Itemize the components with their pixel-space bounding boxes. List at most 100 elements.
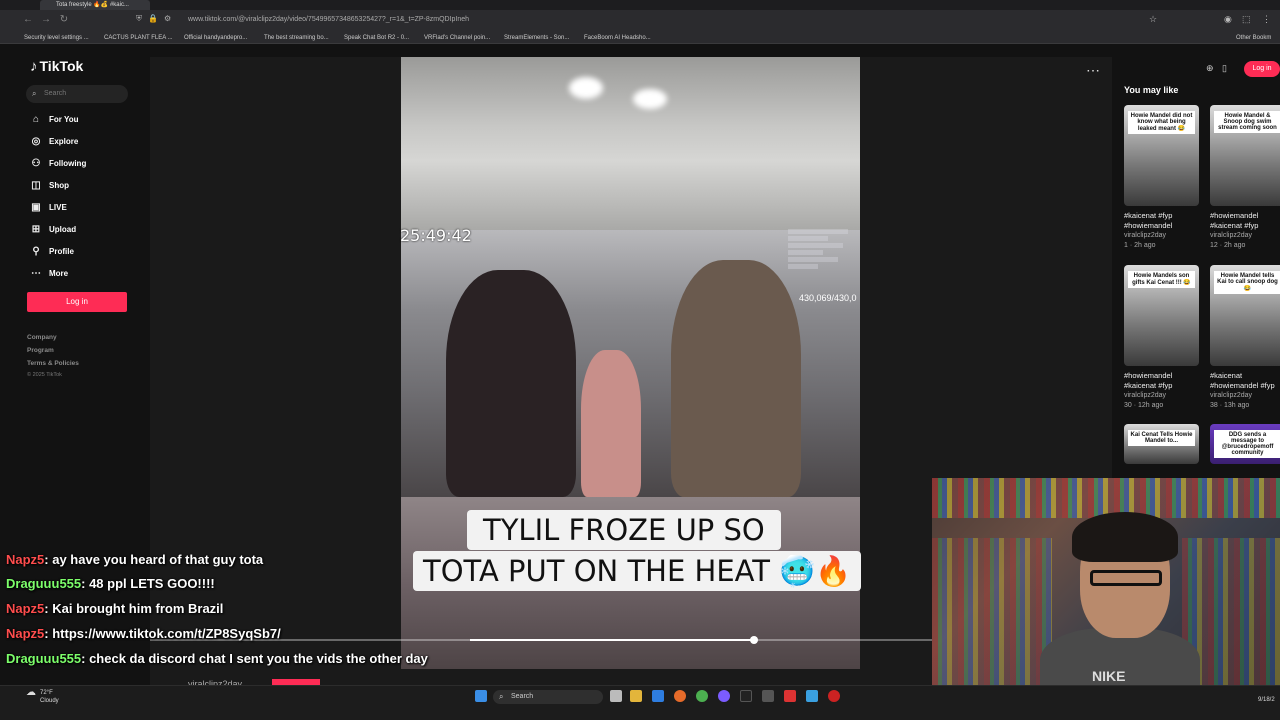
phone-icon[interactable]: ▯ bbox=[1222, 63, 1227, 74]
chat-message: Draguuu555: check da discord chat I sent… bbox=[6, 651, 428, 666]
recommendation-thumb[interactable]: Kai Cenat Tells Howie Mandel to... bbox=[1124, 424, 1199, 464]
nav-label: Shop bbox=[49, 181, 69, 190]
nav-shop[interactable]: ◫ Shop bbox=[30, 179, 69, 193]
rec-meta: 1 · 2h ago bbox=[1124, 242, 1156, 249]
weather-desc: Cloudy bbox=[40, 698, 59, 704]
search-icon: ⌕ bbox=[32, 89, 37, 98]
tiktok-logo[interactable]: ♪ TikTok bbox=[30, 58, 83, 75]
chat-message: Napz5: https://www.tiktok.com/t/ZP8SyqSb… bbox=[6, 626, 281, 641]
cloud-icon: ☁ bbox=[26, 687, 36, 698]
discord-icon[interactable] bbox=[718, 690, 730, 702]
person-back bbox=[581, 350, 641, 497]
task-view-icon[interactable] bbox=[610, 690, 622, 702]
weather-widget[interactable]: ☁ 72°F Cloudy bbox=[26, 687, 59, 705]
thumb-overlay-text: Howie Mandel did not know what being lea… bbox=[1128, 111, 1195, 134]
reload-icon[interactable]: ↻ bbox=[58, 14, 70, 26]
firefox-icon[interactable] bbox=[674, 690, 686, 702]
search-icon: ⌕ bbox=[499, 692, 504, 701]
profile-icon[interactable]: ◉ bbox=[1224, 14, 1232, 25]
bookmark-item[interactable]: CACTUS PLANT FLEA ... bbox=[104, 33, 173, 43]
footer-link-program[interactable]: Program bbox=[27, 347, 54, 354]
plus-square-icon: ⊞ bbox=[31, 224, 41, 235]
nav-label: Profile bbox=[49, 247, 74, 256]
extensions-icon[interactable]: ⬚ bbox=[1242, 14, 1251, 25]
nav-live[interactable]: ▣ LIVE bbox=[30, 201, 67, 215]
thumb-overlay-text: DDG sends a message to @brucedropemoff c… bbox=[1214, 430, 1280, 458]
bookmark-item[interactable]: VRFlad's Channel poin... bbox=[424, 33, 490, 43]
bookmark-item[interactable]: FaceBoom AI Headsho... bbox=[584, 33, 651, 43]
coin-icon[interactable]: ⊕ bbox=[1206, 63, 1214, 74]
forward-icon[interactable]: → bbox=[40, 14, 52, 26]
bookmark-item[interactable]: StreamElements - Son... bbox=[504, 33, 569, 43]
nav-for-you[interactable]: ⌂ For You bbox=[30, 113, 79, 127]
sub-counter: 430,069/430,0 bbox=[799, 293, 857, 303]
footer-link-terms[interactable]: Terms & Policies bbox=[27, 360, 79, 367]
search-input[interactable]: ⌕ Search bbox=[26, 85, 128, 103]
footer-link-company[interactable]: Company bbox=[27, 334, 57, 341]
rec-tags: #howiemandel #kaicenat #fyp bbox=[1210, 211, 1259, 230]
recommendation-info[interactable]: #howiemandel #kaicenat #fyp viralclipz2d… bbox=[1124, 371, 1204, 411]
nike-logo: NIKE bbox=[1092, 668, 1126, 684]
recommendation-thumb[interactable]: Howie Mandels son gifts Kai Cenat !!! 😂 bbox=[1124, 265, 1199, 366]
nav-more[interactable]: ⋯ More bbox=[30, 267, 68, 281]
taskbar-date[interactable]: 9/18/2 bbox=[1258, 697, 1275, 703]
recommendation-thumb[interactable]: Howie Mandel & Snoop dog swim stream com… bbox=[1210, 105, 1280, 206]
nav-profile[interactable]: ⚲ Profile bbox=[30, 245, 74, 259]
app-icon[interactable] bbox=[806, 690, 818, 702]
nav-explore[interactable]: ◎ Explore bbox=[30, 135, 79, 149]
bookmark-item[interactable]: Security level settings ... bbox=[24, 33, 89, 43]
chat-username: Napz5 bbox=[6, 552, 45, 567]
other-bookmarks[interactable]: Other Bookm bbox=[1236, 33, 1271, 43]
obs-icon[interactable] bbox=[740, 690, 752, 702]
home-icon: ⌂ bbox=[32, 114, 40, 125]
recommendation-thumb[interactable]: DDG sends a message to @brucedropemoff c… bbox=[1210, 424, 1280, 464]
url-input[interactable]: www.tiktok.com/@viralclipz2day/video/754… bbox=[188, 16, 469, 23]
logo-text: TikTok bbox=[39, 58, 84, 74]
store-icon[interactable] bbox=[652, 690, 664, 702]
nav-label: For You bbox=[49, 115, 79, 124]
bookmark-item[interactable]: The best streaming bo... bbox=[264, 33, 329, 43]
rec-meta: 30 · 12h ago bbox=[1124, 402, 1164, 409]
browser-tab[interactable]: Tota freestyle 🔥💰 #kaic... bbox=[40, 0, 150, 10]
site-info-icon[interactable]: ⛨🔒⚙ bbox=[136, 14, 177, 24]
chat-message: Napz5: ay have you heard of that guy tot… bbox=[6, 552, 263, 567]
copyright: © 2025 TikTok bbox=[27, 372, 62, 378]
thumb-overlay-text: Howie Mandel tells Kai to call snoop dog… bbox=[1214, 271, 1280, 294]
bookmark-item[interactable]: Speak Chat Bot R2 - 0... bbox=[344, 33, 409, 43]
nav-label: Following bbox=[49, 159, 87, 168]
chat-text: : 48 ppl LETS GOO!!!! bbox=[81, 576, 215, 591]
app-icon[interactable] bbox=[762, 690, 774, 702]
app-icon[interactable] bbox=[828, 690, 840, 702]
person-plus-icon: ⚇ bbox=[31, 158, 41, 169]
recommendation-thumb[interactable]: Howie Mandel tells Kai to call snoop dog… bbox=[1210, 265, 1280, 366]
more-options-icon[interactable]: ⋯ bbox=[1086, 62, 1100, 79]
login-button-top[interactable]: Log in bbox=[1244, 61, 1280, 77]
ceiling-light bbox=[633, 89, 667, 109]
caption-line-1: TYLIL FROZE UP SO bbox=[467, 510, 781, 550]
rec-tags: #kaicenat #howiemandel #fyp bbox=[1210, 371, 1275, 390]
nav-following[interactable]: ⚇ Following bbox=[30, 157, 87, 171]
back-icon[interactable]: ← bbox=[22, 14, 34, 26]
video-progress-handle[interactable] bbox=[750, 636, 758, 644]
streamer-hair bbox=[1072, 512, 1178, 562]
chrome-icon[interactable] bbox=[696, 690, 708, 702]
bookmark-star-icon[interactable]: ☆ bbox=[1149, 14, 1157, 25]
chat-text: : Kai brought him from Brazil bbox=[44, 601, 224, 616]
rec-author: viralclipz2day bbox=[1210, 392, 1253, 399]
menu-icon[interactable]: ⋮ bbox=[1262, 14, 1271, 25]
recommendation-info[interactable]: #howiemandel #kaicenat #fyp viralclipz2d… bbox=[1210, 211, 1280, 251]
recommendation-info[interactable]: #kaicenat #howiemandel #fyp viralclipz2d… bbox=[1210, 371, 1280, 411]
recommendation-thumb[interactable]: Howie Mandel did not know what being lea… bbox=[1124, 105, 1199, 206]
bookmark-item[interactable]: Official handyandepro... bbox=[184, 33, 247, 43]
nav-upload[interactable]: ⊞ Upload bbox=[30, 223, 76, 237]
search-placeholder: Search bbox=[44, 90, 67, 97]
taskbar-search[interactable]: ⌕ Search bbox=[493, 690, 603, 704]
app-icon[interactable] bbox=[784, 690, 796, 702]
file-explorer-icon[interactable] bbox=[630, 690, 642, 702]
windows-start-icon[interactable] bbox=[475, 690, 487, 702]
video-progress-fill bbox=[470, 639, 754, 641]
recommendation-info[interactable]: #kaicenat #fyp #howiemandel viralclipz2d… bbox=[1124, 211, 1204, 251]
login-button[interactable]: Log in bbox=[27, 292, 127, 312]
thumb-overlay-text: Howie Mandel & Snoop dog swim stream com… bbox=[1214, 111, 1280, 133]
compass-icon: ◎ bbox=[31, 136, 41, 147]
